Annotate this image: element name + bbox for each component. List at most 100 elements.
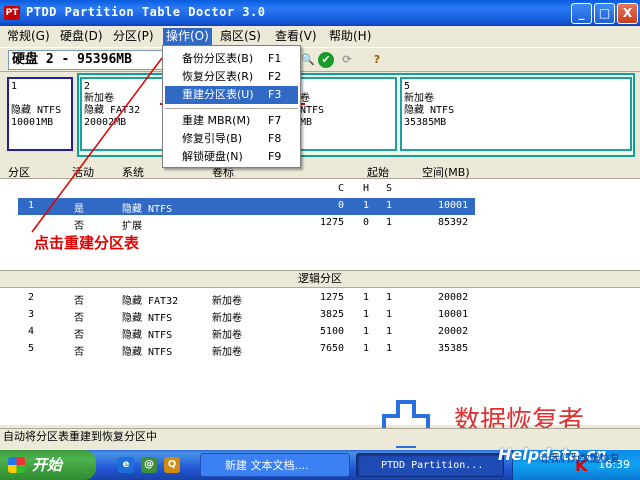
partition-table: C H S 1 是 隐藏 NTFS 0 1 1 10001 否 扩展 1275 …	[0, 179, 640, 425]
partition-5-size: 35385MB	[404, 117, 447, 128]
ie-icon[interactable]: e	[118, 457, 134, 473]
table-row[interactable]: 5 否 隐藏 NTFS 新加卷 7650 1 1 35385	[0, 341, 640, 358]
menu-item-restore-partition-table[interactable]: 恢复分区表(R) F2	[165, 68, 298, 86]
menu-item-label: 备份分区表(B)	[182, 52, 254, 65]
cell-h: 1	[363, 200, 370, 211]
cell-active: 是	[74, 204, 84, 215]
menu-sector[interactable]: 扇区(S)	[217, 28, 264, 45]
partition-map: 1 隐藏 NTFS 10001MB 2 新加卷 隐藏 FAT32 20002MB…	[5, 73, 635, 159]
partition-5-fs: 隐藏 NTFS	[404, 105, 455, 116]
table-row[interactable]: 2 否 隐藏 FAT32 新加卷 1275 1 1 20002	[0, 290, 640, 307]
cell-s: 1	[386, 326, 393, 337]
partition-2-fs: 隐藏 FAT32	[84, 105, 141, 116]
row-selection-highlight	[18, 198, 475, 215]
operation-menu-dropdown: 备份分区表(B) F1 恢复分区表(R) F2 重建分区表(U) F3 重建 M…	[162, 45, 301, 168]
status-bar: 自动将分区表重建到恢复分区中	[0, 428, 640, 446]
cell-system: 隐藏 FAT32	[122, 296, 179, 307]
title-bar: PT PTDD Partition Table Doctor 3.0 _ □ X	[0, 0, 640, 26]
cell-num: 4	[28, 326, 35, 337]
menu-item-backup-partition-table[interactable]: 备份分区表(B) F1	[165, 50, 298, 68]
cell-h: 1	[363, 343, 370, 354]
menu-item-shortcut: F7	[268, 114, 282, 127]
close-button[interactable]: X	[617, 3, 638, 24]
check-icon[interactable]: ✔	[318, 52, 334, 68]
menu-item-unlock-disk[interactable]: 解锁硬盘(N) F9	[165, 148, 298, 166]
cell-h: 1	[363, 292, 370, 303]
col-active[interactable]: 活动	[72, 164, 94, 180]
cell-c: 7650	[320, 343, 345, 354]
menu-general[interactable]: 常规(G)	[4, 28, 53, 45]
window-title: PTDD Partition Table Doctor 3.0	[26, 5, 266, 19]
partition-5-number: 5	[404, 81, 411, 92]
cell-num: 3	[28, 309, 35, 320]
cell-label: 新加卷	[212, 313, 242, 324]
cell-system: 扩展	[122, 221, 142, 232]
taskbar-ptdd[interactable]: PTDD Partition...	[356, 453, 504, 477]
taskbar-notepad[interactable]: 新建 文本文档....	[200, 453, 350, 477]
maximize-button[interactable]: □	[594, 3, 615, 24]
partition-2-number: 2	[84, 81, 91, 92]
cell-system: 隐藏 NTFS	[122, 204, 173, 215]
menu-operation[interactable]: 操作(O)	[163, 28, 212, 45]
table-row[interactable]: 否 扩展 1275 0 1 85392	[0, 215, 640, 232]
chs-c-header: C	[338, 183, 345, 194]
cell-label: 新加卷	[212, 296, 242, 307]
email-icon[interactable]: @	[141, 457, 157, 473]
menu-help[interactable]: 帮助(H)	[326, 28, 374, 45]
menu-item-shortcut: F8	[268, 132, 282, 145]
cell-c: 3825	[320, 309, 345, 320]
menu-item-repair-boot[interactable]: 修复引导(B) F8	[165, 130, 298, 148]
cell-s: 1	[386, 200, 393, 211]
cell-h: 1	[363, 326, 370, 337]
search-icon[interactable]: 🔍	[300, 52, 316, 68]
partition-5-label: 新加卷	[404, 93, 434, 104]
cell-size: 20002	[438, 326, 469, 337]
cell-c: 0	[338, 200, 345, 211]
cell-label: 新加卷	[212, 347, 242, 358]
cell-system: 隐藏 NTFS	[122, 330, 173, 341]
menu-item-shortcut: F9	[268, 150, 282, 163]
partition-2-size: 20002MB	[84, 117, 127, 128]
cell-active: 否	[74, 347, 84, 358]
menu-partition[interactable]: 分区(P)	[110, 28, 157, 45]
cell-size: 10001	[438, 200, 469, 211]
sync-icon[interactable]: ⟳	[339, 52, 355, 68]
col-start[interactable]: 起始	[367, 164, 389, 180]
qq-icon[interactable]: Q	[164, 457, 180, 473]
cell-num: 2	[28, 292, 35, 303]
col-size[interactable]: 空间(MB)	[422, 164, 470, 180]
partition-box-5[interactable]: 5 新加卷 隐藏 NTFS 35385MB	[400, 77, 632, 151]
table-row[interactable]: 1 是 隐藏 NTFS 0 1 1 10001	[0, 198, 640, 215]
partition-1-number: 1	[11, 81, 18, 92]
table-row[interactable]: 4 否 隐藏 NTFS 新加卷 5100 1 1 20002	[0, 324, 640, 341]
menu-item-rebuild-mbr[interactable]: 重建 MBR(M) F7	[165, 112, 298, 130]
menu-item-label: 修复引导(B)	[182, 132, 243, 145]
app-icon: PT	[4, 6, 20, 20]
help-icon[interactable]: ?	[369, 52, 385, 68]
cell-num: 5	[28, 343, 35, 354]
disk-select[interactable]: 硬盘 2 - 95396MB	[8, 50, 166, 70]
cell-s: 1	[386, 292, 393, 303]
partition-box-2[interactable]: 2 新加卷 隐藏 FAT32 20002MB	[80, 77, 164, 151]
menu-disk[interactable]: 硬盘(D)	[57, 28, 106, 45]
minimize-button[interactable]: _	[571, 3, 592, 24]
menu-item-rebuild-partition-table[interactable]: 重建分区表(U) F3	[165, 86, 298, 104]
partition-1-fs: 隐藏 NTFS	[11, 105, 62, 116]
toolbar: 硬盘 2 - 95396MB 🔍 ✔ ⟳ ?	[0, 47, 640, 72]
cell-num: 1	[28, 200, 35, 211]
menu-view[interactable]: 查看(V)	[272, 28, 320, 45]
annotation-text: 点击重建分区表	[34, 234, 140, 252]
menu-item-label: 重建分区表(U)	[182, 88, 254, 101]
table-header: 分区 活动 系统 卷标 起始 空间(MB)	[0, 163, 640, 179]
cell-h: 0	[363, 217, 370, 228]
cell-active: 否	[74, 296, 84, 307]
partition-box-1[interactable]: 1 隐藏 NTFS 10001MB	[7, 77, 73, 151]
cell-c: 1275	[320, 217, 345, 228]
cell-size: 35385	[438, 343, 469, 354]
partition-1-label	[11, 93, 69, 105]
table-row[interactable]: 3 否 隐藏 NTFS 新加卷 3825 1 1 10001	[0, 307, 640, 324]
col-partition[interactable]: 分区	[8, 164, 30, 180]
cell-c: 5100	[320, 326, 345, 337]
menu-separator	[165, 108, 298, 109]
col-system[interactable]: 系统	[122, 164, 144, 180]
